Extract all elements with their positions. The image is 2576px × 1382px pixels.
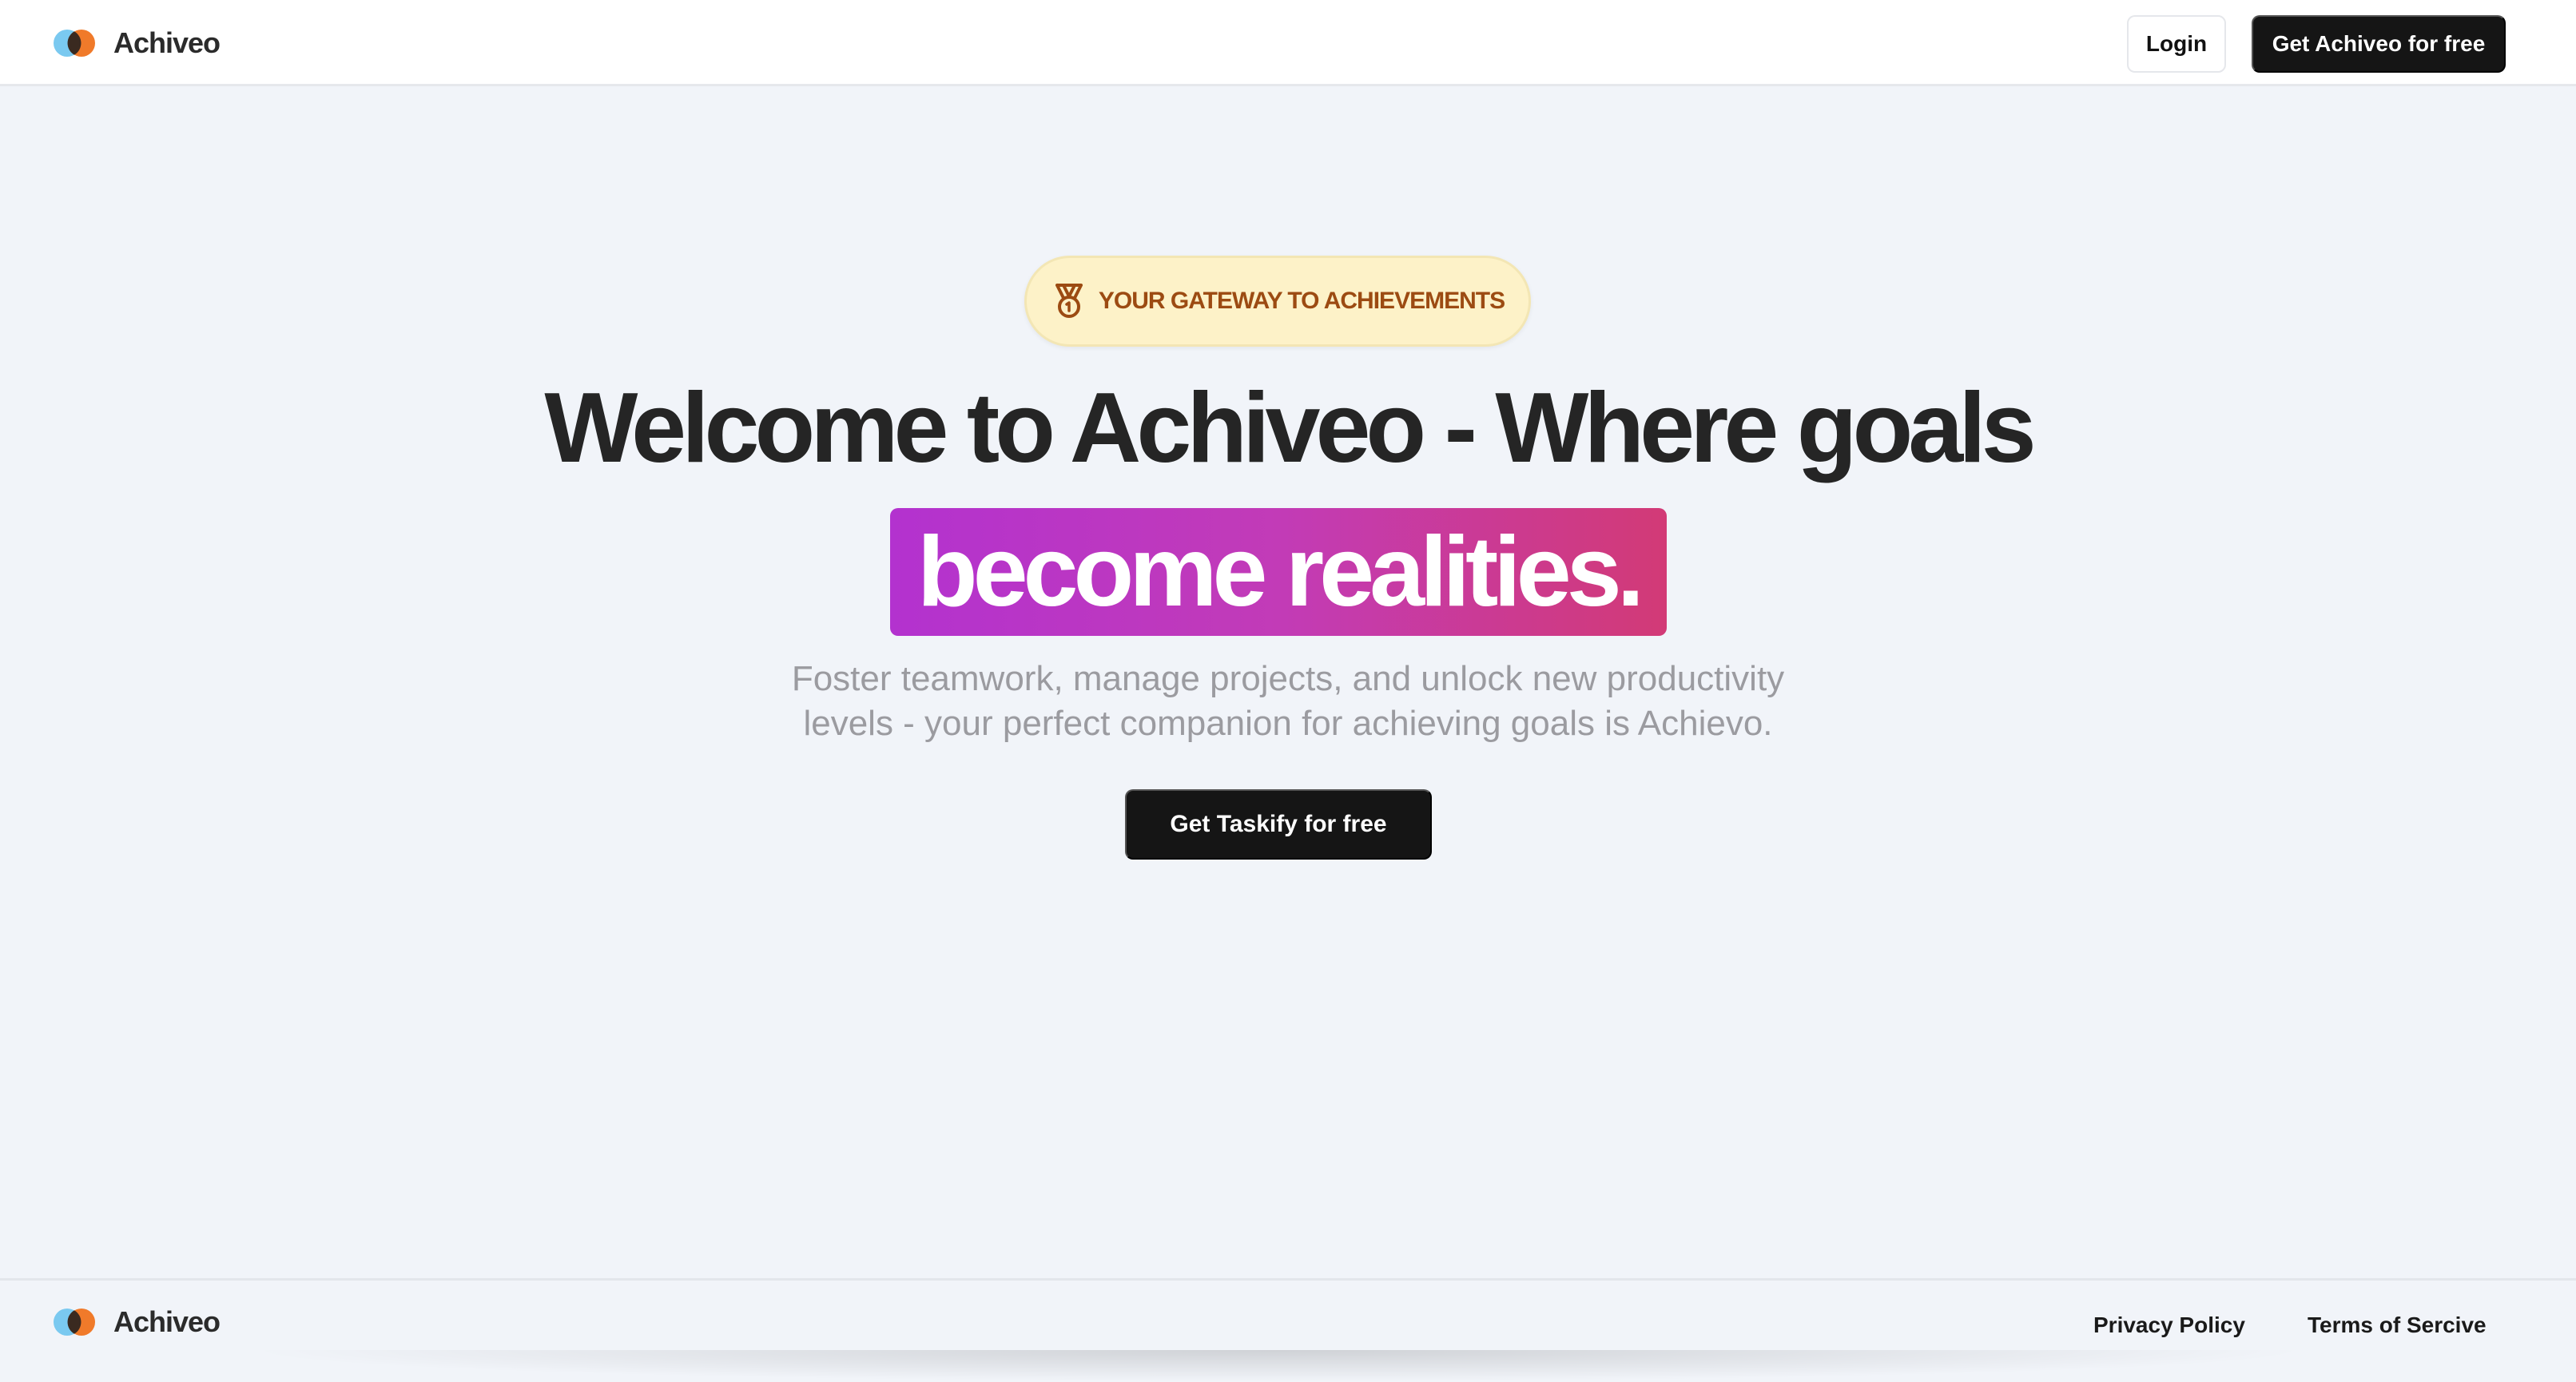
logo-icon <box>54 1309 95 1336</box>
hero-subtitle: Foster teamwork, manage projects, and un… <box>649 657 1927 746</box>
get-achiveo-button[interactable]: Get Achiveo for free <box>2252 15 2506 73</box>
brand-logo-link[interactable]: Achiveo <box>51 21 221 66</box>
footer-brand-name: Achiveo <box>113 1305 221 1338</box>
subtitle-line-2: levels - your perfect companion for achi… <box>803 704 1773 743</box>
hero-headline: Welcome to Achiveo - Where goals <box>544 373 2036 483</box>
badge-text: YOUR GATEWAY TO ACHIEVEMENTS <box>1098 288 1505 314</box>
privacy-policy-link[interactable]: Privacy Policy <box>2093 1313 2245 1338</box>
login-button[interactable]: Login <box>2127 15 2226 73</box>
highlight-text: become realities. <box>916 517 1644 627</box>
subtitle-line-1: Foster teamwork, manage projects, and un… <box>791 659 1785 698</box>
medal-icon <box>1055 284 1083 318</box>
terms-of-service-link[interactable]: Terms of Sercive <box>2308 1313 2487 1338</box>
footer-shadow <box>240 1350 2317 1382</box>
headline-highlight: become realities. <box>890 508 1667 636</box>
brand-name: Achiveo <box>113 26 221 59</box>
footer-brand-link[interactable]: Achiveo <box>51 1300 221 1344</box>
top-navbar: Achiveo Login Get Achiveo for free <box>0 0 2576 86</box>
gateway-badge: YOUR GATEWAY TO ACHIEVEMENTS <box>1024 256 1531 347</box>
logo-icon <box>54 30 95 57</box>
footer: Achiveo Privacy Policy Terms of Sercive <box>0 1278 2576 1361</box>
get-taskify-button[interactable]: Get Taskify for free <box>1125 789 1432 860</box>
